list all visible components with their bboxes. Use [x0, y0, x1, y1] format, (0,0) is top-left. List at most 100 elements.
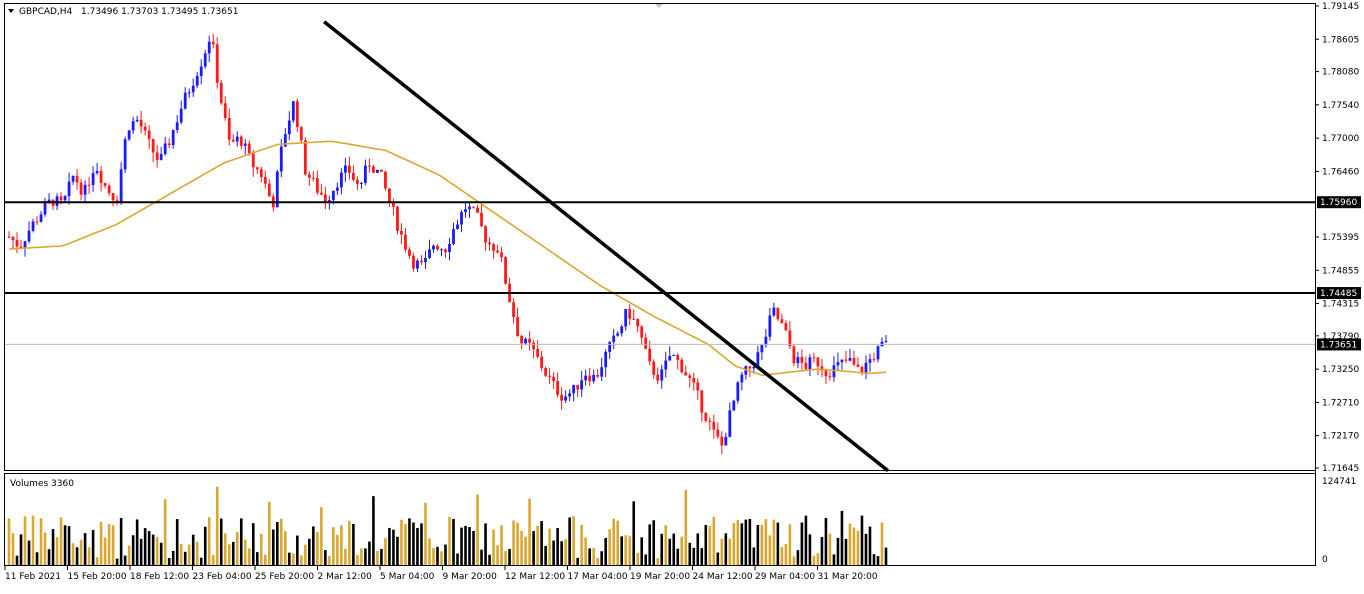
- x-tick-label: 29 Mar 04:00: [755, 572, 815, 582]
- volume-bar: [7, 518, 11, 565]
- bear-candle-body: [311, 177, 315, 179]
- volume-bar: [127, 545, 131, 565]
- volume-bar: [612, 518, 615, 565]
- bear-candle-body: [484, 226, 487, 243]
- volume-bar: [155, 536, 159, 565]
- volume-bar: [660, 533, 664, 565]
- bear-candle-body: [632, 318, 636, 320]
- bear-candle-body: [596, 374, 600, 377]
- bull-candle-body: [235, 136, 239, 142]
- bear-candle-body: [856, 364, 860, 367]
- level-price-label: 1.75960: [1320, 198, 1357, 208]
- volume-bar: [392, 529, 395, 565]
- volume-bar: [400, 519, 403, 565]
- volume-bar: [288, 552, 291, 565]
- bull-candle-body: [440, 249, 443, 251]
- volume-bar: [83, 533, 87, 565]
- volume-bar: [716, 552, 720, 565]
- price-chart[interactable]: 1.75960 1.74485 1.73651 1.79145 1.78605 1.78…: [0, 0, 1364, 594]
- volume-bar: [263, 554, 267, 565]
- volume-bar: [556, 528, 559, 565]
- volume-bar: [332, 527, 335, 565]
- bear-candle-body: [824, 370, 828, 377]
- bear-candle-body: [7, 236, 11, 238]
- volume-bar: [492, 529, 495, 565]
- volume-bar: [464, 525, 467, 565]
- bear-candle-body: [540, 356, 544, 369]
- bear-candle-body: [319, 192, 323, 195]
- volume-bar: [600, 551, 603, 565]
- volume-bar: [280, 518, 283, 565]
- candles: [7, 33, 888, 455]
- ohlc-label: 1.73496 1.73703 1.73495 1.73651: [81, 7, 238, 17]
- volume-bar: [227, 544, 231, 565]
- bull-candle-body: [452, 229, 455, 244]
- bull-candle-body: [864, 362, 868, 373]
- bear-candle-body: [99, 171, 103, 184]
- bull-candle-body: [135, 119, 139, 122]
- bull-candle-body: [67, 181, 71, 197]
- volume-bar: [516, 522, 519, 565]
- scroll-marker-icon[interactable]: [655, 4, 663, 8]
- bear-candle-body: [748, 366, 752, 369]
- bear-candle-body: [552, 376, 556, 382]
- bear-candle-body: [512, 302, 515, 318]
- volume-bar: [444, 544, 447, 565]
- bull-candle-body: [63, 196, 67, 201]
- bear-candle-body: [79, 182, 83, 195]
- bull-candle-body: [279, 146, 283, 172]
- bear-candle-body: [219, 82, 223, 104]
- bear-candle-body: [628, 308, 632, 319]
- bear-candle-body: [368, 165, 371, 167]
- bear-candle-body: [412, 255, 415, 269]
- volume-bar: [408, 518, 411, 565]
- volume-bar: [504, 551, 507, 565]
- volume-bar: [183, 551, 187, 565]
- level-price-label: 1.74485: [1320, 289, 1357, 299]
- bull-candle-body: [159, 154, 163, 160]
- bull-candle-body: [95, 171, 99, 174]
- volume-bar: [191, 534, 195, 565]
- bull-candle-body: [448, 243, 451, 253]
- volume-bar: [708, 526, 712, 565]
- bull-candle-body: [612, 335, 616, 343]
- volume-bar: [768, 535, 772, 565]
- volume-bar: [151, 534, 155, 565]
- price-axis: 1.79145 1.78605 1.78080 1.77540 1.77000 1.764…: [1315, 2, 1359, 474]
- bull-candle-body: [796, 356, 800, 364]
- bull-candle-body: [592, 374, 596, 382]
- volume-bar: [460, 527, 463, 565]
- y-tick-label: 1.73250: [1322, 365, 1359, 375]
- bull-candle-body: [836, 362, 840, 366]
- bull-candle-body: [119, 169, 123, 202]
- volume-bar: [292, 553, 295, 565]
- volume-bar: [344, 548, 347, 565]
- volume-bar: [512, 520, 515, 565]
- bull-candle-body: [672, 354, 676, 356]
- bear-candle-body: [251, 153, 255, 168]
- bear-candle-body: [708, 420, 712, 422]
- bull-candle-body: [848, 358, 852, 361]
- bear-candle-body: [652, 361, 656, 375]
- volume-bar: [320, 507, 323, 565]
- bull-candle-body: [564, 396, 568, 401]
- bear-candle-body: [11, 236, 15, 241]
- volume-bar: [560, 541, 563, 565]
- bear-candle-body: [504, 257, 507, 284]
- volume-bar: [43, 532, 47, 565]
- volume-bar: [135, 519, 139, 565]
- symbol-menu-arrow-icon[interactable]: [8, 9, 14, 13]
- volume-bar: [860, 515, 864, 565]
- bull-candle-body: [764, 336, 768, 346]
- bear-candle-body: [560, 394, 564, 401]
- bear-candle-body: [259, 169, 263, 178]
- volume-bar: [748, 518, 752, 565]
- volume-bar: [816, 553, 820, 565]
- bear-candle-body: [532, 342, 535, 350]
- bear-candle-body: [351, 172, 355, 180]
- volume-panel-frame: [4, 473, 1316, 566]
- bull-candle-body: [740, 374, 744, 383]
- bull-candle-body: [616, 333, 620, 336]
- volume-bar: [536, 525, 539, 565]
- bear-candle-body: [215, 44, 219, 83]
